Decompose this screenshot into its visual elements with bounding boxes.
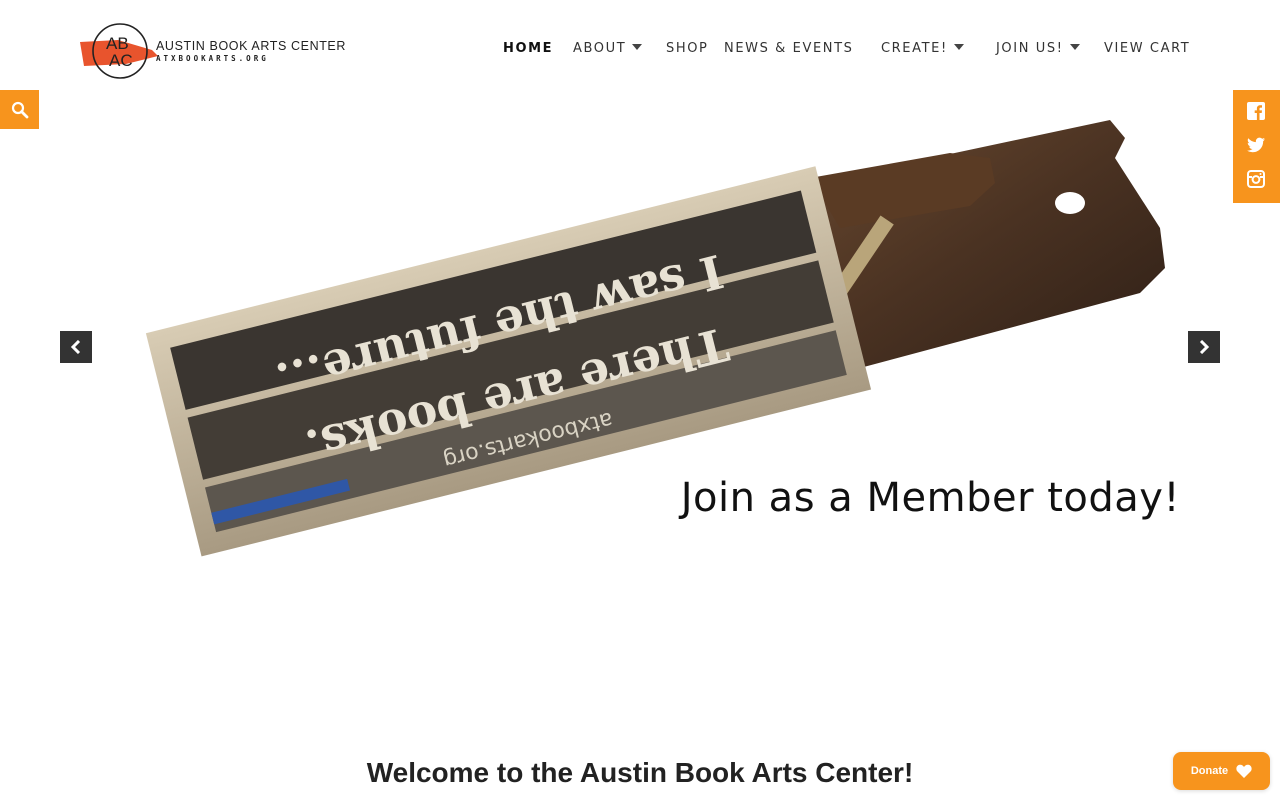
donate-label: Donate — [1190, 765, 1229, 777]
instagram-icon — [1247, 170, 1265, 188]
facebook-icon — [1247, 102, 1265, 120]
caret-down-icon — [953, 44, 964, 50]
nav-label: NEWS & EVENTS — [724, 41, 854, 56]
site-logo[interactable]: AB AC AUSTIN BOOK ARTS CENTER ATXBOOKART… — [80, 22, 345, 82]
donate-button[interactable]: Donate — [1173, 752, 1270, 790]
caret-down-icon — [632, 44, 643, 50]
chevron-left-icon — [70, 340, 81, 354]
slide-caption[interactable]: Join as a Member today! — [640, 475, 1180, 521]
search-icon — [11, 101, 28, 118]
nav-create[interactable]: CREATE! — [881, 40, 964, 58]
nav-news-events[interactable]: NEWS & EVENTS — [724, 40, 854, 58]
nav-home[interactable]: HOME — [503, 40, 553, 58]
social-bar — [1233, 90, 1280, 203]
chevron-right-icon — [1199, 340, 1210, 354]
twitter-icon — [1247, 137, 1265, 153]
search-button[interactable] — [0, 90, 39, 129]
nav-label: JOIN US! — [996, 41, 1064, 56]
nav-label: CREATE! — [881, 41, 948, 56]
heart-icon — [1236, 764, 1252, 778]
nav-view-cart[interactable]: VIEW CART — [1104, 40, 1190, 58]
slider-next-button[interactable] — [1188, 331, 1220, 363]
page-heading: Welcome to the Austin Book Arts Center! — [366, 757, 914, 788]
site-name: AUSTIN BOOK ARTS CENTER — [156, 39, 346, 53]
facebook-link[interactable] — [1245, 100, 1267, 122]
caret-down-icon — [1069, 44, 1080, 50]
nav-shop[interactable]: SHOP — [666, 40, 709, 58]
logo-monogram-bottom: AC — [109, 51, 133, 70]
slider-prev-button[interactable] — [60, 331, 92, 363]
nav-label: VIEW CART — [1104, 41, 1191, 56]
twitter-link[interactable] — [1245, 134, 1267, 156]
nav-label: SHOP — [666, 41, 709, 56]
logo-mark: AB AC — [80, 23, 158, 79]
nav-join-us[interactable]: JOIN US! — [996, 40, 1080, 58]
site-url: ATXBOOKARTS.ORG — [156, 54, 269, 63]
nav-label: ABOUT — [573, 41, 627, 56]
instagram-link[interactable] — [1245, 168, 1267, 190]
nav-label: HOME — [503, 41, 554, 56]
nav-about[interactable]: ABOUT — [573, 40, 643, 58]
